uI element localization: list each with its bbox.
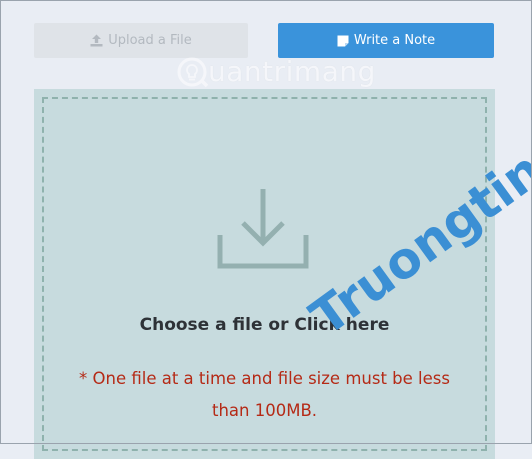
upload-file-tab[interactable]: Upload a File: [34, 23, 248, 58]
dropzone-title[interactable]: Choose a file or Click here: [34, 315, 495, 335]
note-icon: [337, 35, 349, 46]
download-icon: [217, 189, 309, 269]
truongtin-watermark-tld: .top: [521, 81, 532, 187]
upload-file-label: Upload a File: [108, 33, 192, 48]
upload-icon: [90, 34, 103, 47]
quantrimang-watermark: uantrimang: [176, 55, 376, 88]
write-note-label: Write a Note: [353, 33, 436, 48]
file-size-note: * One file at a time and file size must …: [79, 369, 450, 420]
file-dropzone[interactable]: Choose a file or Click here * One file a…: [34, 89, 495, 459]
write-note-tab[interactable]: Write a Note: [278, 23, 494, 58]
lightbulb-icon: [177, 57, 208, 87]
quantrimang-watermark-text: uantrimang: [208, 55, 376, 88]
